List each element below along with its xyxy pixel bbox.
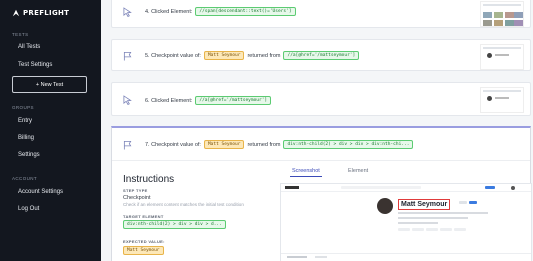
screenshot-preview: Matt Seymour — [280, 183, 532, 261]
step-description: 7. Checkpoint value of: Matt Seymour ret… — [145, 140, 414, 149]
step-type-label: STEP TYPE — [123, 188, 148, 193]
instructions-title: Instructions — [123, 174, 175, 185]
sidebar-item-all-tests[interactable]: All Tests — [18, 44, 40, 50]
step-thumbnail[interactable] — [480, 1, 524, 27]
step-description: 6. Clicked Element: //a[@href='/mattseym… — [145, 96, 272, 105]
preview-name-highlight: Matt Seymour — [398, 199, 451, 210]
selector-chip: //a[@href='/mattseymour'] — [283, 51, 360, 60]
step-type-value: Checkpoint — [123, 195, 151, 201]
new-test-button[interactable]: + New Test — [12, 76, 87, 93]
step-label: 5. Checkpoint value of: — [145, 52, 201, 59]
step-description: 5. Checkpoint value of: Matt Seymour ret… — [145, 51, 360, 60]
flag-icon — [123, 51, 132, 61]
logo-text: PREFLIGHT — [23, 9, 70, 17]
selector-chip: div:nth-child(2) > div > div > div:nth-c… — [283, 140, 414, 149]
sidebar-item-billing[interactable]: Billing — [18, 135, 34, 141]
expected-value-label: EXPECTED VALUE: — [123, 239, 165, 244]
step-card[interactable]: 6. Clicked Element: //a[@href='/mattseym… — [111, 82, 531, 116]
step-thumbnail[interactable] — [480, 87, 524, 113]
step-card[interactable]: 5. Checkpoint value of: Matt Seymour ret… — [111, 39, 531, 71]
sidebar-item-log-out[interactable]: Log Out — [18, 206, 39, 212]
sidebar-item-test-settings[interactable]: Test Settings — [18, 62, 52, 68]
section-label-tests: TESTS — [12, 32, 29, 37]
logo-icon — [12, 9, 20, 17]
step-label: 6. Clicked Element: — [145, 97, 193, 104]
step-card[interactable]: 4. Clicked Element: //span[descendant::t… — [111, 0, 531, 28]
cursor-icon — [123, 7, 132, 17]
sidebar-item-settings[interactable]: Settings — [18, 152, 40, 158]
target-selector-chip: div:nth-child(2) > div > div > d... — [123, 220, 226, 229]
selector-chip: //span[descendant::text()='Users'] — [195, 7, 296, 16]
step-card-expanded: 7. Checkpoint value of: Matt Seymour ret… — [111, 126, 532, 261]
target-element-label: TARGET ELEMENT — [123, 214, 164, 219]
returned-label: returned from — [247, 52, 281, 59]
sidebar-item-entry[interactable]: Entry — [18, 118, 32, 124]
target-element-value: div:nth-child(2) > div > div > d... — [123, 220, 226, 229]
selector-chip: //a[@href='/mattseymour'] — [195, 96, 272, 105]
sidebar: PREFLIGHT TESTS All Tests Test Settings … — [0, 0, 101, 261]
step-label: 4. Clicked Element: — [145, 8, 193, 15]
expected-value-chip: Matt Seymour — [123, 246, 164, 255]
logo[interactable]: PREFLIGHT — [12, 9, 69, 17]
flag-icon — [123, 140, 132, 150]
returned-label: returned from — [247, 141, 281, 148]
step-label: 7. Checkpoint value of: — [145, 141, 201, 148]
section-label-groups: GROUPS — [12, 105, 34, 110]
expected-value: Matt Seymour — [123, 246, 164, 255]
sidebar-item-account-settings[interactable]: Account Settings — [18, 189, 63, 195]
cursor-icon — [123, 95, 132, 105]
preview-avatar — [377, 198, 393, 214]
tab-screenshot[interactable]: Screenshot — [292, 168, 320, 174]
value-chip: Matt Seymour — [203, 51, 245, 60]
step-description: 4. Clicked Element: //span[descendant::t… — [145, 7, 296, 16]
step-thumbnail[interactable] — [480, 44, 524, 70]
section-label-account: ACCOUNT — [12, 176, 38, 181]
step-type-help: Check if an element content matches the … — [123, 202, 244, 207]
tab-element[interactable]: Element — [348, 168, 368, 174]
active-tab-indicator — [290, 176, 322, 177]
value-chip: Matt Seymour — [203, 140, 245, 149]
main-content: 4. Clicked Element: //span[descendant::t… — [101, 0, 533, 261]
